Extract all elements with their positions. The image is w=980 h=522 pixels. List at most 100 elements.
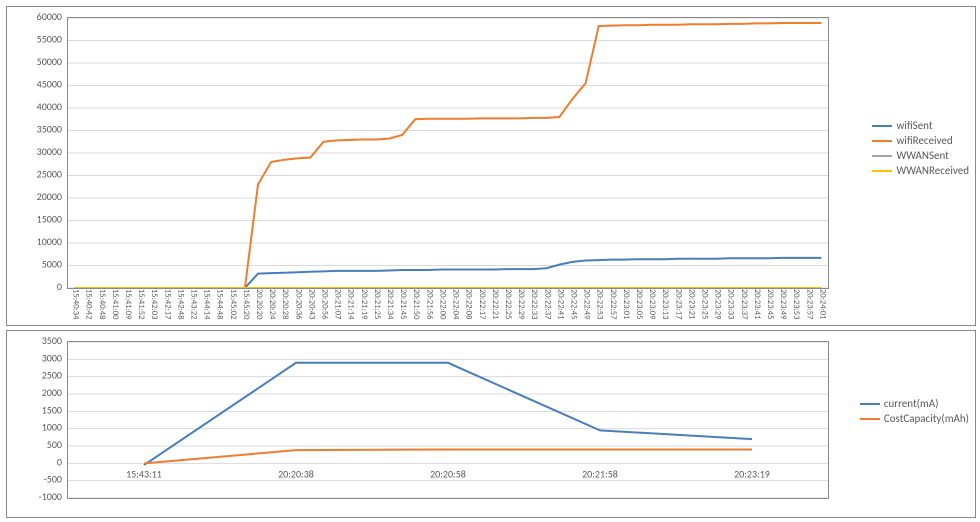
svg-text:30000: 30000 [37,145,62,158]
svg-text:20:21:50: 20:21:50 [411,289,421,320]
legend-label: WWANSent [896,149,948,162]
svg-text:20:23:25: 20:23:25 [700,289,710,319]
svg-text:20:22:57: 20:22:57 [608,289,618,320]
legend-label: CostCapacity(mAh) [884,412,969,425]
svg-text:20:21:25: 20:21:25 [372,289,382,319]
legend-item-wifireceived: wifiReceived [872,134,969,147]
svg-text:20:20:38: 20:20:38 [278,467,314,480]
svg-text:45000: 45000 [37,78,62,91]
svg-text:5000: 5000 [42,258,62,271]
svg-text:20:20:24: 20:20:24 [267,289,277,320]
svg-text:20:23:09: 20:23:09 [647,289,657,320]
legend-swatch [872,140,892,142]
svg-text:15:40:34: 15:40:34 [71,289,81,320]
svg-text:20:21:14: 20:21:14 [346,289,356,320]
svg-text:0: 0 [57,455,62,468]
legend-label: WWANReceived [896,164,969,177]
svg-text:20:22:04: 20:22:04 [451,289,461,320]
legend-swatch [860,418,880,420]
svg-text:15:41:00: 15:41:00 [110,289,120,320]
svg-text:1000: 1000 [42,421,62,434]
svg-text:20:21:19: 20:21:19 [359,289,369,320]
svg-text:20:22:49: 20:22:49 [582,289,592,320]
svg-text:20:23:45: 20:23:45 [765,289,775,319]
svg-text:15:40:42: 15:40:42 [84,289,94,319]
svg-text:15:43:22: 15:43:22 [188,289,198,319]
svg-text:20:23:53: 20:23:53 [791,289,801,319]
svg-text:2500: 2500 [42,369,62,382]
chart1-x-axis: 15:40:3415:40:4215:40:4815:41:0015:41:09… [62,287,832,327]
svg-text:20:23:13: 20:23:13 [660,289,670,319]
legend-label: current(mA) [884,397,939,410]
svg-text:55000: 55000 [37,33,62,46]
svg-text:15:44:48: 15:44:48 [215,289,225,319]
svg-text:35000: 35000 [37,123,62,136]
legend-swatch [872,125,892,127]
network-traffic-chart: 0500010000150002000025000300003500040000… [6,6,976,326]
legend-label: wifiSent [896,119,932,132]
svg-text:20:22:08: 20:22:08 [464,289,474,319]
svg-text:25000: 25000 [37,168,62,181]
svg-text:20:23:29: 20:23:29 [713,289,723,320]
chart1-legend: wifiSent wifiReceived WWANSent WWANRecei… [872,117,969,179]
current-capacity-chart: 15:43:1120:20:3820:20:5820:21:5820:23:19… [6,330,976,518]
svg-text:20:23:33: 20:23:33 [726,289,736,319]
svg-text:20:22:37: 20:22:37 [542,289,552,320]
svg-text:20:22:17: 20:22:17 [477,289,487,320]
legend-swatch [872,170,892,172]
svg-text:15:41:09: 15:41:09 [123,289,133,320]
chart2-plot-area: 15:43:1120:20:3820:20:5820:21:5820:23:19 [67,341,829,499]
svg-text:40000: 40000 [37,100,62,113]
chart1-plot-area [67,17,829,289]
svg-text:20:23:17: 20:23:17 [673,289,683,320]
legend-item-costcapacity: CostCapacity(mAh) [860,412,969,425]
svg-text:15:45:20: 15:45:20 [241,289,251,320]
svg-text:60000: 60000 [37,10,62,23]
svg-text:20:23:49: 20:23:49 [778,289,788,320]
chart1-svg [68,18,828,288]
svg-text:15:41:52: 15:41:52 [136,289,146,319]
svg-text:20:22:29: 20:22:29 [516,289,526,320]
svg-text:20:22:25: 20:22:25 [503,289,513,319]
svg-text:20:20:56: 20:20:56 [320,289,330,320]
svg-text:20:21:56: 20:21:56 [424,289,434,320]
svg-text:20:21:58: 20:21:58 [582,467,618,480]
svg-text:50000: 50000 [37,55,62,68]
svg-text:20:21:45: 20:21:45 [398,289,408,319]
chart1-y-axis: 0500010000150002000025000300003500040000… [7,7,67,297]
svg-text:3000: 3000 [42,351,62,364]
svg-text:20000: 20000 [37,190,62,203]
svg-text:1500: 1500 [42,403,62,416]
svg-text:20:20:36: 20:20:36 [293,289,303,320]
svg-text:15:42:48: 15:42:48 [175,289,185,319]
svg-text:20:20:58: 20:20:58 [430,467,466,480]
svg-text:15000: 15000 [37,213,62,226]
legend-item-wifisent: wifiSent [872,119,969,132]
legend-label: wifiReceived [896,134,952,147]
svg-text:20:22:00: 20:22:00 [437,289,447,320]
svg-text:20:22:41: 20:22:41 [555,289,565,319]
svg-text:20:20:43: 20:20:43 [306,289,316,319]
svg-text:500: 500 [47,438,62,451]
svg-text:-500: -500 [44,473,62,486]
svg-text:20:21:07: 20:21:07 [333,289,343,320]
svg-text:20:22:53: 20:22:53 [595,289,605,319]
legend-swatch [872,155,892,157]
svg-text:20:22:45: 20:22:45 [568,289,578,319]
svg-text:3500: 3500 [42,334,62,347]
svg-text:20:20:20: 20:20:20 [254,289,264,320]
legend-item-wwansent: WWANSent [872,149,969,162]
svg-text:20:20:28: 20:20:28 [280,289,290,319]
legend-item-wwanreceived: WWANReceived [872,164,969,177]
svg-text:20:22:21: 20:22:21 [490,289,500,319]
svg-text:2000: 2000 [42,386,62,399]
svg-text:15:43:11: 15:43:11 [126,467,162,480]
svg-text:15:40:48: 15:40:48 [97,289,107,319]
chart2-legend: current(mA) CostCapacity(mAh) [860,395,969,427]
svg-text:15:42:17: 15:42:17 [162,289,172,320]
svg-text:20:22:33: 20:22:33 [529,289,539,319]
chart2-svg: 15:43:1120:20:3820:20:5820:21:5820:23:19 [68,342,828,498]
svg-text:15:42:03: 15:42:03 [149,289,159,319]
svg-text:20:23:57: 20:23:57 [804,289,814,320]
svg-text:20:23:21: 20:23:21 [686,289,696,319]
